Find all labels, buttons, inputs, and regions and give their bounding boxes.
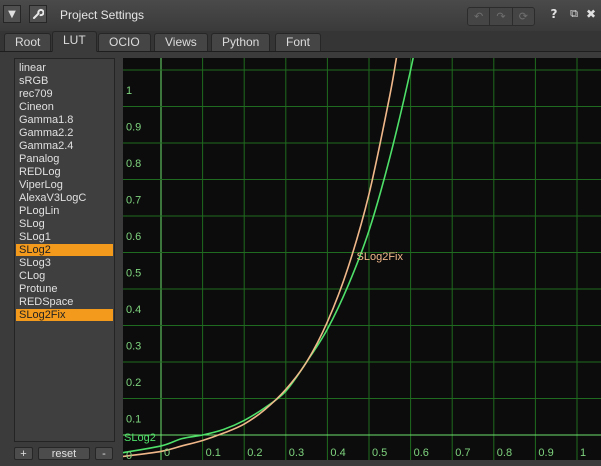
tab-ocio[interactable]: OCIO (98, 33, 151, 51)
list-item[interactable]: Panalog (16, 153, 113, 165)
window-menu-button[interactable]: ▼ (3, 5, 21, 23)
list-item[interactable]: Cineon (16, 101, 113, 113)
list-item-selected[interactable]: SLog2 (16, 244, 113, 256)
reload-icon[interactable]: ⟳ (513, 8, 534, 25)
tab-root[interactable]: Root (4, 33, 52, 51)
triangle-down-icon: ▼ (8, 8, 16, 20)
lut-list[interactable]: linear sRGB rec709 Cineon Gamma1.8 Gamma… (14, 58, 115, 442)
x-tick-label: 0.5 (372, 447, 387, 459)
settings-button[interactable] (29, 5, 47, 23)
help-button[interactable]: ? (545, 5, 563, 23)
float-window-button[interactable]: ⧉ (565, 5, 583, 23)
list-item[interactable]: linear (16, 62, 113, 74)
list-item[interactable]: rec709 (16, 88, 113, 100)
lut-curve-graph[interactable]: 0 0.1 0.2 0.3 0.4 0.5 0.6 0.7 0.8 0.9 1 0 0.1 0.2 0.3 0… (123, 58, 601, 460)
series-label-slog2: SLog2 (124, 432, 156, 444)
close-button[interactable]: ✖ (582, 5, 600, 23)
tab-font[interactable]: Font (275, 33, 322, 51)
y-tick-label: 0.6 (126, 231, 141, 243)
list-item[interactable]: Gamma1.8 (16, 114, 113, 126)
x-tick-label: 0.4 (330, 447, 345, 459)
x-tick-label: 0.2 (247, 447, 262, 459)
y-tick-label: 0.3 (126, 341, 141, 353)
list-item-selected[interactable]: SLog2Fix (16, 309, 113, 321)
y-tick-label: 0.2 (126, 377, 141, 389)
x-tick-label: 0.1 (206, 447, 221, 459)
x-tick-label: 0.6 (414, 447, 429, 459)
curve-chart: 0 0.1 0.2 0.3 0.4 0.5 0.6 0.7 0.8 0.9 1 0 0.1 0.2 0.3 0… (123, 58, 601, 460)
list-item[interactable]: AlexaV3LogC (16, 192, 113, 204)
x-tick-label: 0.8 (497, 447, 512, 459)
y-tick-label: 0.9 (126, 122, 141, 134)
history-nav: ↶ ↷ ⟳ (467, 7, 535, 26)
list-item[interactable]: REDLog (16, 166, 113, 178)
y-tick-label: 0.8 (126, 158, 141, 170)
back-icon[interactable]: ↶ (468, 8, 491, 25)
list-item[interactable]: Gamma2.2 (16, 127, 113, 139)
list-item[interactable]: SLog (16, 218, 113, 230)
list-item[interactable]: REDSpace (16, 296, 113, 308)
x-tick-label: 0.9 (538, 447, 553, 459)
list-item[interactable]: SLog3 (16, 257, 113, 269)
remove-lut-button[interactable]: - (95, 447, 113, 460)
tab-views[interactable]: Views (154, 33, 208, 51)
x-tick-label: 1 (580, 447, 586, 459)
y-tick-label: 0.1 (126, 414, 141, 426)
y-tick-label: 0 (126, 450, 132, 460)
y-tick-label: 0.4 (126, 304, 141, 316)
list-item[interactable]: SLog1 (16, 231, 113, 243)
title-bar: ▼ Project Settings ↶ ↷ ⟳ ? ⧉ ✖ (0, 0, 601, 32)
window-title: Project Settings (60, 8, 145, 22)
tab-lut[interactable]: LUT (52, 31, 97, 52)
x-tick-label: 0.3 (289, 447, 304, 459)
tab-python[interactable]: Python (211, 33, 271, 51)
series-label-slog2fix: SLog2Fix (357, 251, 404, 263)
x-tick-label: 0 (164, 447, 170, 459)
list-item[interactable]: ViperLog (16, 179, 113, 191)
tab-bar: Root LUT OCIO Views Python Font (0, 31, 601, 52)
list-item[interactable]: CLog (16, 270, 113, 282)
list-item[interactable]: Gamma2.4 (16, 140, 113, 152)
list-item[interactable]: Protune (16, 283, 113, 295)
y-tick-label: 0.5 (126, 268, 141, 280)
wrench-icon (33, 8, 44, 19)
add-lut-button[interactable]: + (14, 447, 33, 460)
list-item[interactable]: sRGB (16, 75, 113, 87)
y-tick-label: 1 (126, 85, 132, 97)
list-item[interactable]: PLogLin (16, 205, 113, 217)
reset-button[interactable]: reset (38, 447, 90, 460)
forward-icon[interactable]: ↷ (490, 8, 513, 25)
y-tick-label: 0.7 (126, 195, 141, 207)
x-tick-label: 0.7 (455, 447, 470, 459)
